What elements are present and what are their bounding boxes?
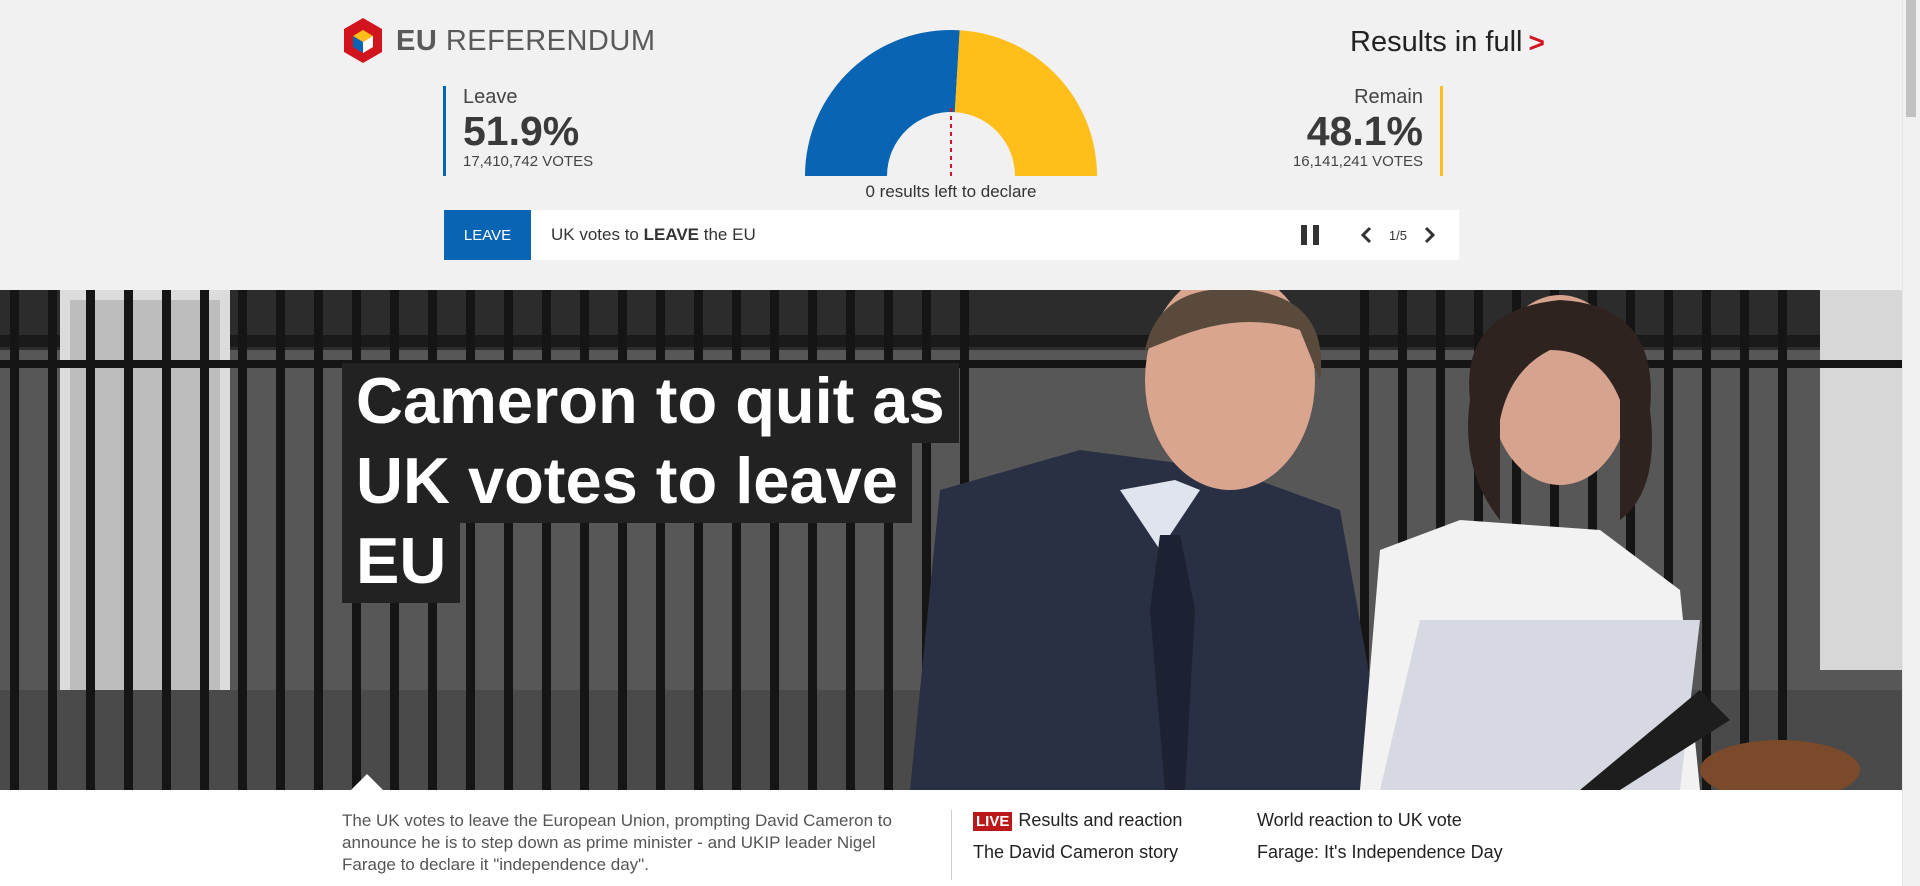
ticker-text-before: UK votes to (551, 225, 644, 244)
eu-referendum-logo[interactable]: EU REFERENDUM (342, 16, 655, 66)
ticker-text-after: the EU (699, 225, 756, 244)
results-header: EU REFERENDUM Results in full > Leave 51… (0, 0, 1903, 290)
logo-rest-text: REFERENDUM (445, 24, 656, 57)
ticker-counter: 1/5 (1388, 227, 1407, 243)
story-summary[interactable]: The UK votes to leave the European Union… (342, 810, 927, 876)
results-link-label: Results in full (1350, 26, 1523, 58)
gauge-remain-segment (954, 30, 1097, 177)
link-world-reaction[interactable]: World reaction to UK vote (1257, 810, 1462, 831)
link-label: Results and reaction (1018, 810, 1183, 830)
results-gauge (805, 30, 1097, 177)
leave-percent: 51.9% (463, 108, 580, 154)
link-farage-independence[interactable]: Farage: It's Independence Day (1257, 842, 1503, 863)
ticker-text[interactable]: UK votes to LEAVE the EU (551, 225, 1301, 245)
pause-icon[interactable] (1300, 225, 1319, 245)
link-results-and-reaction[interactable]: LIVE Results and reaction (973, 810, 1182, 831)
chevron-right-icon: > (1528, 26, 1545, 58)
leave-votes: 17,410,742 VOTES (463, 153, 594, 170)
headline-line: UK votes to leave (342, 443, 912, 523)
scrollbar-thumb[interactable] (1906, 0, 1916, 117)
results-in-full-link[interactable]: Results in full > (1350, 26, 1545, 59)
live-badge: LIVE (973, 812, 1013, 831)
ticker-controls: 1/5 (1300, 225, 1439, 245)
headline-line: EU (342, 523, 461, 603)
hero-headline[interactable]: Cameron to quit as UK votes to leave EU (342, 363, 962, 603)
ticker-badge[interactable]: LEAVE (444, 210, 531, 260)
remain-percent: 48.1% (1306, 108, 1423, 154)
divider (951, 810, 952, 880)
remain-label: Remain (1354, 86, 1423, 108)
leave-result: Leave 51.9% 17,410,742 VOTES (443, 86, 593, 176)
chevron-right-icon[interactable] (1419, 225, 1439, 245)
logo-text: EU REFERENDUM (396, 25, 655, 58)
story-panel: The UK votes to leave the European Union… (0, 790, 1903, 886)
remain-votes: 16,141,241 VOTES (1292, 153, 1423, 170)
headline-line: Cameron to quit as (342, 363, 959, 443)
news-ticker: LEAVE UK votes to LEAVE the EU 1/5 (444, 210, 1459, 260)
hero-image[interactable]: Cameron to quit as UK votes to leave EU (0, 290, 1903, 790)
logo-bold-text: EU (396, 24, 438, 57)
ticker-text-bold: LEAVE (643, 225, 700, 244)
caret-pointer-icon (351, 774, 383, 790)
cube-logo-icon (344, 18, 382, 63)
remain-result: Remain 48.1% 16,141,241 VOTES (1293, 86, 1443, 176)
leave-label: Leave (463, 86, 518, 108)
chevron-left-icon[interactable] (1357, 225, 1377, 245)
page-scrollbar[interactable] (1902, 0, 1920, 886)
gauge-leave-segment (805, 30, 960, 177)
results-left-text: 0 results left to declare (865, 182, 1037, 201)
link-david-cameron-story[interactable]: The David Cameron story (973, 842, 1178, 863)
